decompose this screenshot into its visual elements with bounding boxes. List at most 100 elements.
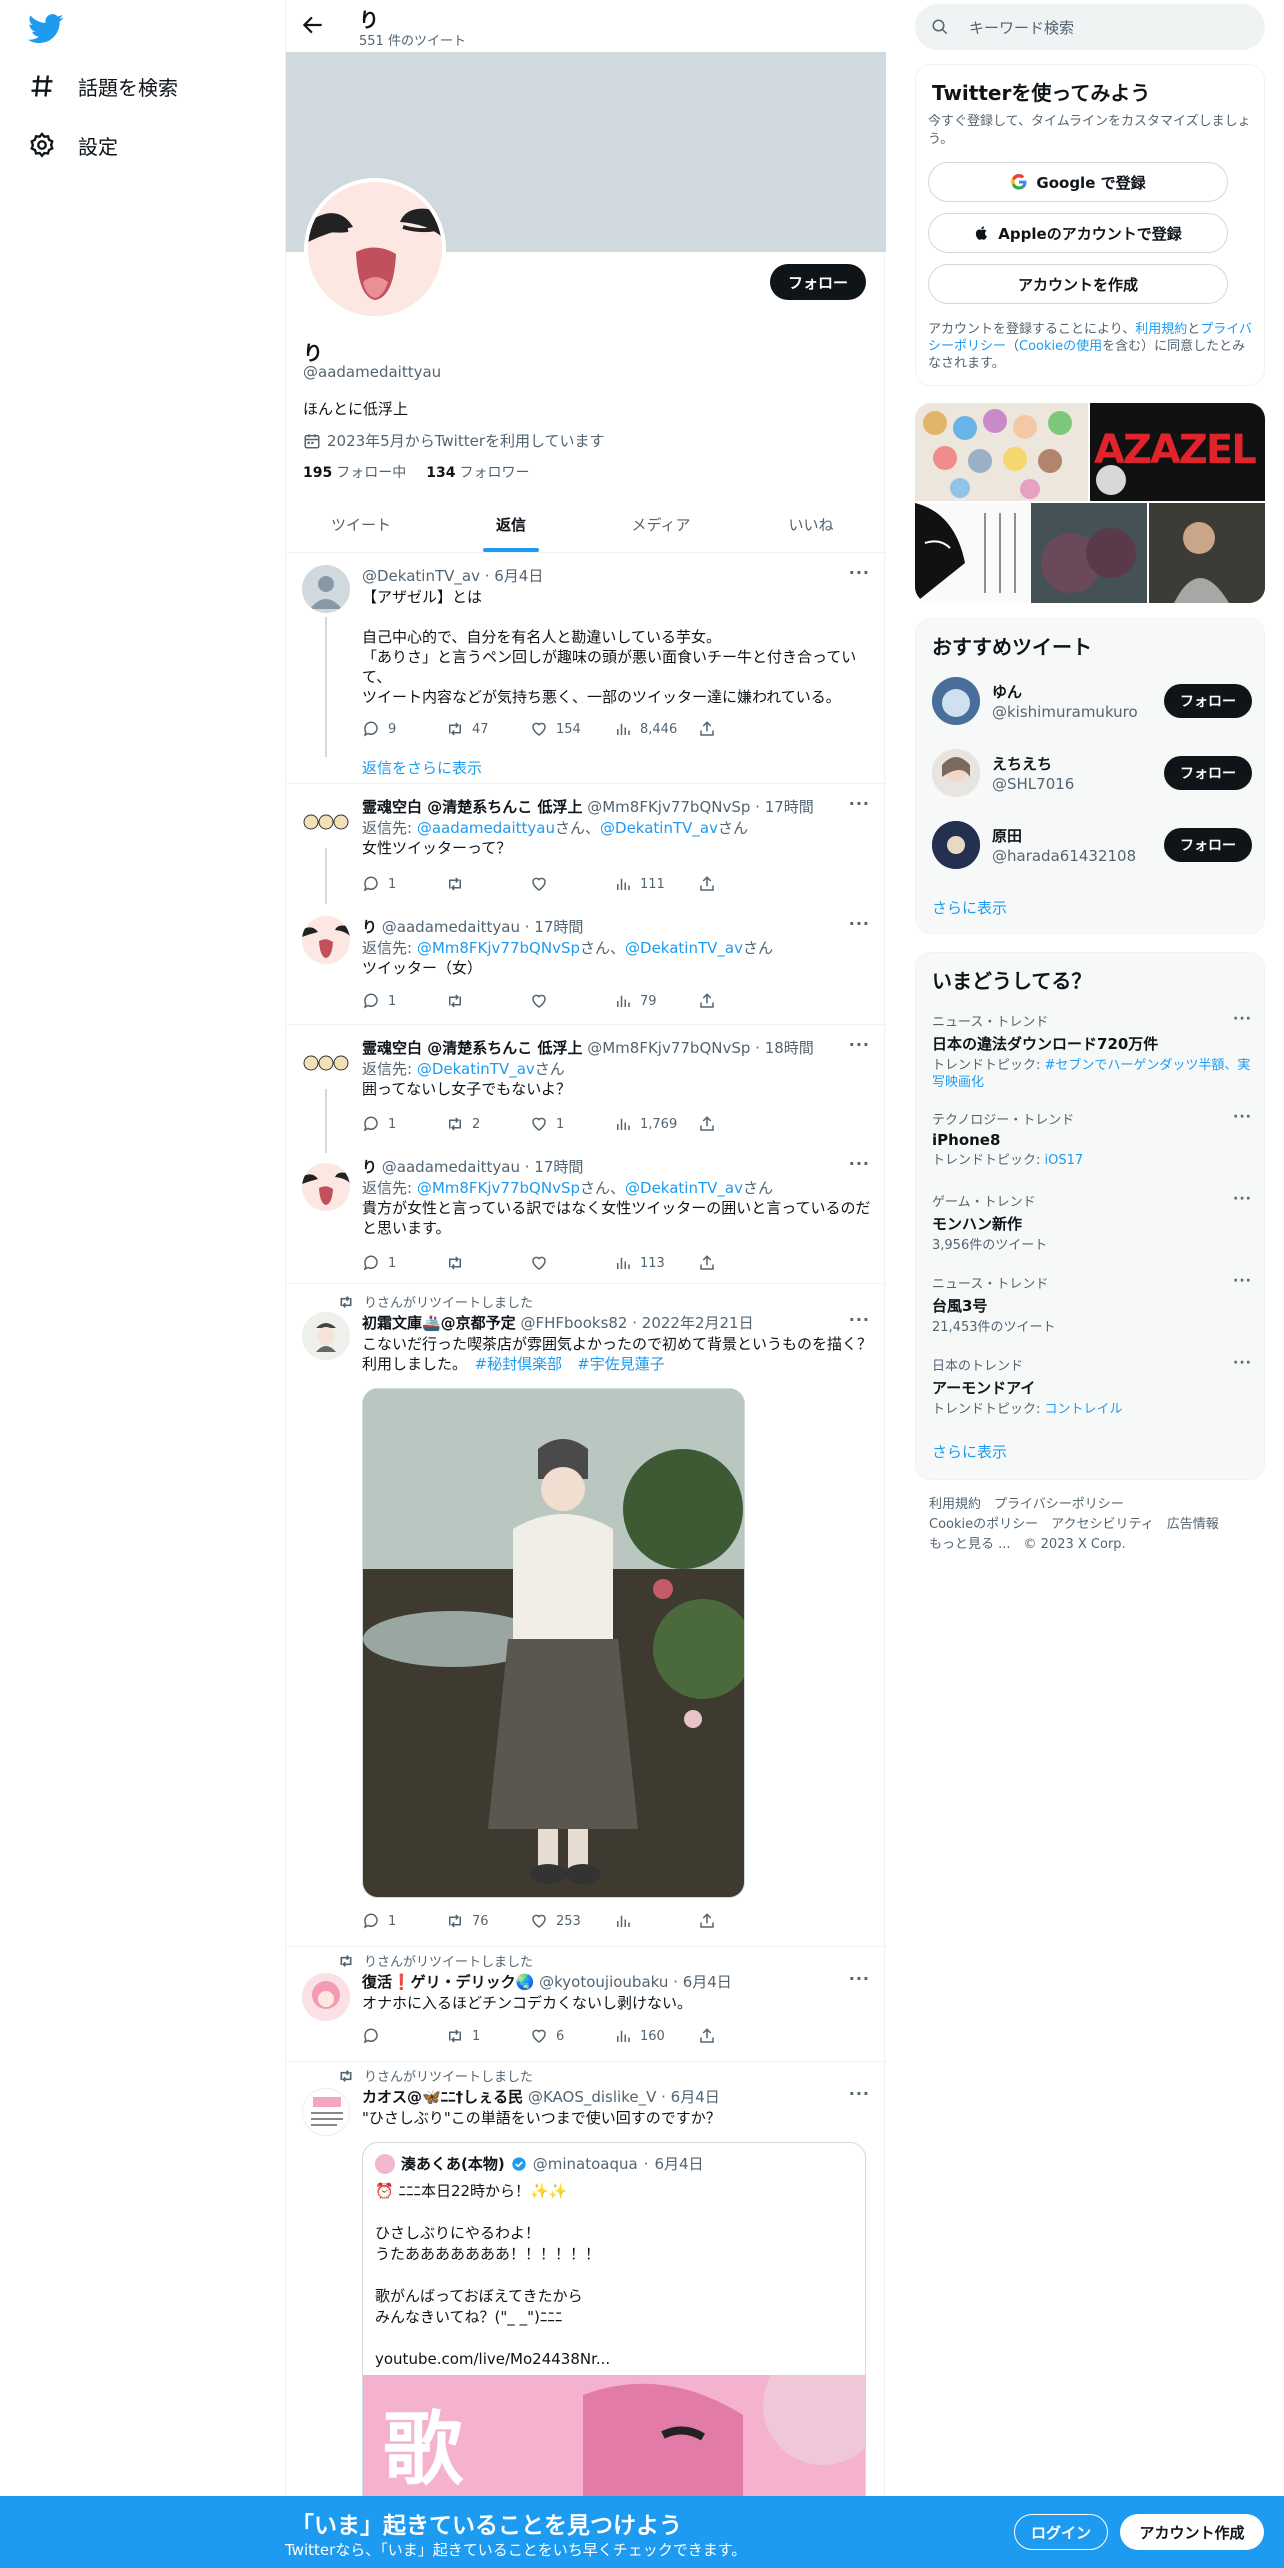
retweeted-by[interactable]: りさんがリツイートしました — [364, 1292, 533, 1311]
tweet-author[interactable]: 霊魂空白 @清楚系ちんこ 低浮上 — [362, 798, 582, 816]
hashtag-link[interactable]: #秘封倶楽部 — [475, 1355, 563, 1373]
tweet-handle[interactable]: @kyotoujioubaku — [539, 1973, 668, 1991]
avatar-fukkatsu[interactable] — [302, 1973, 350, 2021]
media-thumb[interactable] — [1031, 503, 1147, 603]
more-icon[interactable]: ··· — [1233, 1355, 1252, 1371]
tweet-photo[interactable] — [362, 1388, 745, 1898]
share-button[interactable] — [698, 2027, 782, 2045]
avatar-ri[interactable] — [302, 916, 350, 964]
like-button[interactable] — [530, 1254, 614, 1272]
recommended-user[interactable]: えちえち @SHL7016 フォロー — [932, 749, 1252, 797]
search-box[interactable]: キーワード検索 — [915, 4, 1265, 50]
views-button[interactable]: 113 — [614, 1254, 698, 1272]
tab-tweets[interactable]: ツイート — [286, 497, 436, 552]
follow-button[interactable]: フォロー — [1164, 684, 1252, 718]
hashtag-link[interactable]: #宇佐見蓮子 — [577, 1355, 665, 1373]
retweet-button[interactable] — [446, 1254, 530, 1272]
tweet-handle[interactable]: @Mm8FKjv77bQNvSp — [587, 798, 750, 816]
follow-button[interactable]: フォロー — [1164, 756, 1252, 790]
media-thumb[interactable]: AZAZEL — [1090, 403, 1265, 501]
share-button[interactable] — [698, 992, 782, 1010]
share-button[interactable] — [698, 1912, 782, 1930]
nav-explore[interactable]: 話題を検索 — [28, 66, 178, 106]
retweet-button[interactable]: 76 — [446, 1912, 530, 1930]
profile-avatar[interactable] — [304, 178, 446, 320]
more-icon[interactable]: ··· — [1233, 1191, 1252, 1207]
tweet-date[interactable]: 6月4日 — [683, 1973, 732, 1991]
tweet-handle[interactable]: @Mm8FKjv77bQNvSp — [587, 1039, 750, 1057]
avatar-reikon[interactable] — [302, 796, 350, 844]
follow-button[interactable]: フォロー — [1164, 828, 1252, 862]
views-button[interactable]: 111 — [614, 875, 698, 893]
followers-link[interactable]: 134 フォロワー — [426, 462, 529, 482]
login-button[interactable]: ログイン — [1014, 2514, 1108, 2550]
trend-sub-link[interactable]: コントレイル — [1045, 1402, 1123, 1417]
trend-item[interactable]: テクノロジー・トレンド iPhone8 トレンドトピック: iOS17 ··· — [932, 1109, 1252, 1169]
tweet-handle[interactable]: @aadamedaittyau — [382, 918, 520, 936]
cookie-link[interactable]: Cookieの使用 — [1019, 339, 1102, 354]
more-icon[interactable]: ··· — [1233, 1011, 1252, 1027]
avatar-ri[interactable] — [302, 1163, 350, 1211]
reply-mention-2[interactable]: @DekatinTV_av — [625, 1179, 743, 1197]
media-thumb[interactable] — [915, 403, 1088, 501]
retweet-button[interactable]: 2 — [446, 1115, 530, 1133]
retweet-button[interactable]: 47 — [446, 720, 530, 738]
retweet-button[interactable] — [446, 875, 530, 893]
tweet-date[interactable]: 6月4日 — [671, 2088, 720, 2106]
avatar-default[interactable] — [302, 565, 350, 613]
reply-mention-1[interactable]: @DekatinTV_av — [417, 1060, 535, 1078]
tweet-author[interactable]: 霊魂空白 @清楚系ちんこ 低浮上 — [362, 1039, 582, 1057]
recommended-user[interactable]: ゆん @kishimuramukuro フォロー — [932, 677, 1252, 725]
footer-line[interactable]: 利用規約 プライバシーポリシー — [929, 1495, 1259, 1515]
views-button[interactable] — [614, 1912, 698, 1930]
tweet-fukkatsu[interactable]: りさんがリツイートしました 復活❗️ゲリ・デリック🌏 @kyotoujiouba… — [286, 1947, 886, 2061]
media-thumb[interactable] — [1149, 503, 1265, 603]
reply-button[interactable]: 9 — [362, 720, 446, 738]
retweet-button[interactable]: 1 — [446, 2027, 530, 2045]
google-signup-button[interactable]: Google で登録 — [928, 162, 1228, 202]
apple-signup-button[interactable]: Appleのアカウントで登録 — [928, 213, 1228, 253]
reply-button[interactable]: 1 — [362, 1912, 446, 1930]
tweet-author[interactable]: り — [362, 918, 377, 936]
reply-mention-1[interactable]: @aadamedaittyau — [417, 819, 555, 837]
like-button[interactable]: 253 — [530, 1912, 614, 1930]
tweet-handle[interactable]: @aadamedaittyau — [382, 1158, 520, 1176]
like-button[interactable]: 6 — [530, 2027, 614, 2045]
avatar-hatsushimo[interactable] — [302, 1312, 350, 1360]
twitter-bird-icon[interactable] — [28, 14, 64, 44]
more-icon[interactable]: ··· — [849, 563, 870, 582]
views-button[interactable]: 79 — [614, 992, 698, 1010]
following-link[interactable]: 195 フォロー中 — [303, 462, 406, 482]
tweet-date[interactable]: 18時間 — [765, 1039, 814, 1057]
tweet-date[interactable]: 17時間 — [765, 798, 814, 816]
trend-item[interactable]: ニュース・トレンド 台風3号 21,453件のツイート ··· — [932, 1273, 1252, 1336]
footer-line[interactable]: もっと見る ... © 2023 X Corp. — [929, 1535, 1259, 1555]
like-button[interactable]: 1 — [530, 1115, 614, 1133]
tab-media[interactable]: メディア — [586, 497, 736, 552]
tweet-ri-2[interactable]: り @aadamedaittyau · 17時間 ··· 返信先: @Mm8FK… — [286, 1153, 886, 1283]
tweet-author[interactable]: 復活❗️ゲリ・デリック🌏 — [362, 1973, 534, 1991]
retweeted-by[interactable]: りさんがリツイートしました — [364, 2066, 533, 2085]
tweet-dekatin[interactable]: @DekatinTV_av · 6月4日 ··· 【アザゼル】とは 自己中心的で… — [286, 553, 886, 783]
search-input[interactable]: キーワード検索 — [969, 17, 1074, 38]
more-icon[interactable]: ··· — [849, 1969, 870, 1988]
retweeted-by[interactable]: りさんがリツイートしました — [364, 1951, 533, 1970]
recommended-user[interactable]: 原田 @harada61432108 フォロー — [932, 821, 1252, 869]
avatar-reikon[interactable] — [302, 1037, 350, 1085]
trends-show-more[interactable]: さらに表示 — [932, 1441, 1007, 1462]
tweet-reikon-1[interactable]: 霊魂空白 @清楚系ちんこ 低浮上 @Mm8FKjv77bQNvSp · 17時間… — [286, 784, 886, 904]
views-button[interactable]: 160 — [614, 2027, 698, 2045]
like-button[interactable] — [530, 875, 614, 893]
follow-button[interactable]: フォロー — [769, 264, 866, 300]
more-icon[interactable]: ··· — [849, 1154, 870, 1173]
media-thumb[interactable] — [915, 503, 1029, 603]
tweet-handle[interactable]: @DekatinTV_av — [362, 567, 480, 585]
more-icon[interactable]: ··· — [849, 1035, 870, 1054]
show-more-replies[interactable]: 返信をさらに表示 — [362, 757, 482, 778]
retweet-button[interactable] — [446, 992, 530, 1010]
tweet-hatsushimo[interactable]: りさんがリツイートしました 初霜文庫🚢@京都予定 @FHFbooks82 · 2… — [286, 1284, 886, 1946]
terms-link[interactable]: 利用規約 — [1135, 322, 1187, 337]
more-icon[interactable]: ··· — [849, 914, 870, 933]
tweet-kaos[interactable]: りさんがリツイートしました カオス@🦋ﾆﾆ†しぇる民 @KAOS_dislike… — [286, 2062, 886, 2522]
tweet-date[interactable]: 6月4日 — [494, 567, 543, 585]
